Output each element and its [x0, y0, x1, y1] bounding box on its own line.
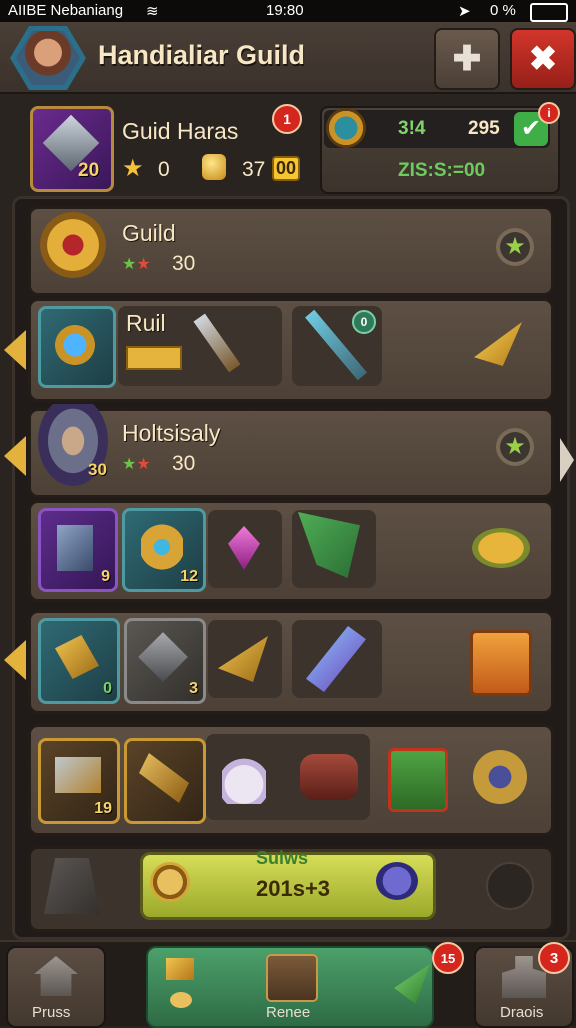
holtsisaly-card-title: Holtsisaly	[122, 420, 221, 446]
location-icon: ➤	[458, 3, 471, 20]
resource-value-b: 295	[468, 118, 500, 139]
gold-amulet-icon	[141, 523, 183, 571]
gold-gun-icon	[139, 753, 189, 803]
star-count: 0	[158, 158, 170, 181]
clock: 19:80	[266, 2, 304, 19]
potion-icon	[222, 748, 266, 804]
carrier-label: AIIBE Nebaniang	[8, 2, 124, 19]
resource-value-a: 3!4	[398, 118, 426, 139]
guild-card-title: Guild	[122, 220, 176, 246]
battery-icon	[530, 3, 568, 22]
slot-badge: 0	[352, 310, 376, 334]
item-slot[interactable]	[124, 738, 206, 824]
home-icon	[34, 956, 78, 996]
holtsisaly-star-button[interactable]: ★	[496, 428, 534, 466]
guild-card[interactable]	[28, 206, 554, 296]
item-slot[interactable]: 19	[38, 738, 120, 824]
coin-icon	[150, 862, 190, 902]
profile-name: Guid Haras	[122, 118, 239, 144]
add-button[interactable]: ✚	[434, 28, 500, 90]
nav-badge-draois: 3	[538, 942, 570, 974]
nav-badge-renee: 15	[432, 942, 464, 974]
profile-weapon-icon[interactable]	[30, 106, 114, 192]
claim-value: 201s+3	[256, 876, 331, 901]
close-icon: ✖	[528, 40, 558, 78]
gold-hammer-icon	[55, 635, 99, 679]
item-slot[interactable]	[38, 306, 116, 388]
plus-icon: ✚	[452, 40, 482, 78]
nav-label-draois: Draois	[500, 1004, 544, 1021]
gold-ingot-icon	[166, 958, 194, 980]
profile-level: 20	[78, 160, 100, 181]
battery-percent: 0 %	[490, 2, 516, 19]
gold-box-value: 00	[272, 156, 301, 181]
scroll-left-icon[interactable]	[4, 330, 26, 370]
gold-count: 37	[242, 158, 266, 181]
meat-icon	[300, 754, 358, 800]
nav-item-renee[interactable]: Renee	[146, 946, 434, 1028]
resource-sub-value: ZIS:S:=00	[398, 160, 486, 181]
gift-box-icon	[470, 630, 532, 696]
ruil-card-title: Ruil	[126, 310, 166, 336]
resource-badge: i	[538, 102, 560, 124]
holtsisaly-level: 30	[88, 460, 107, 479]
coin-icon	[170, 992, 192, 1008]
gem-ornament-icon	[468, 746, 532, 808]
green-gift-icon	[388, 748, 448, 812]
amulet-icon	[55, 325, 95, 365]
shield-slot-icon	[486, 862, 534, 910]
item-slot[interactable]: 9	[38, 508, 118, 592]
notification-badge: 1	[272, 104, 302, 134]
nav-label-renee: Renee	[266, 1004, 311, 1021]
helmet-icon	[472, 528, 530, 568]
scroll-left-icon[interactable]	[4, 640, 26, 680]
rating-stars: ★★	[122, 456, 151, 473]
item-slot[interactable]: 12	[122, 508, 206, 592]
cannon-icon	[55, 757, 101, 793]
nav-label-pruss: Pruss	[32, 1004, 71, 1021]
shield-icon	[138, 632, 188, 682]
guild-star-button[interactable]: ★	[496, 228, 534, 266]
compass-icon	[326, 108, 366, 148]
warrior-icon	[57, 525, 93, 571]
nav-item-pruss[interactable]: Pruss	[6, 946, 106, 1028]
star-icon: ★	[122, 155, 144, 182]
check-icon: ✔	[520, 115, 542, 142]
item-slot[interactable]: 0	[38, 618, 120, 704]
close-button[interactable]: ✖	[510, 28, 576, 90]
rating-stars: ★★	[122, 256, 151, 273]
treasure-chest-icon	[266, 954, 318, 1002]
gold-icon	[202, 154, 226, 180]
item-slot[interactable]: 3	[124, 618, 206, 704]
wifi-icon: ≋	[146, 3, 159, 20]
scroll-left-icon[interactable]	[4, 436, 26, 476]
claim-title: Suiws	[256, 848, 309, 868]
scroll-right-icon[interactable]	[560, 438, 574, 482]
gold-bar-icon	[126, 346, 182, 370]
holtsisaly-rating-value: 30	[172, 452, 196, 475]
avatar[interactable]	[6, 26, 90, 92]
guild-emblem-icon	[40, 212, 106, 278]
purple-gem-icon	[376, 862, 418, 900]
guild-rating-value: 30	[172, 252, 196, 275]
status-bar: AIIBE Nebaniang ≋ 19:80 ➤ 0 %	[0, 0, 576, 22]
page-title: Handialiar Guild	[98, 40, 306, 70]
green-arrow-icon	[394, 964, 430, 1004]
